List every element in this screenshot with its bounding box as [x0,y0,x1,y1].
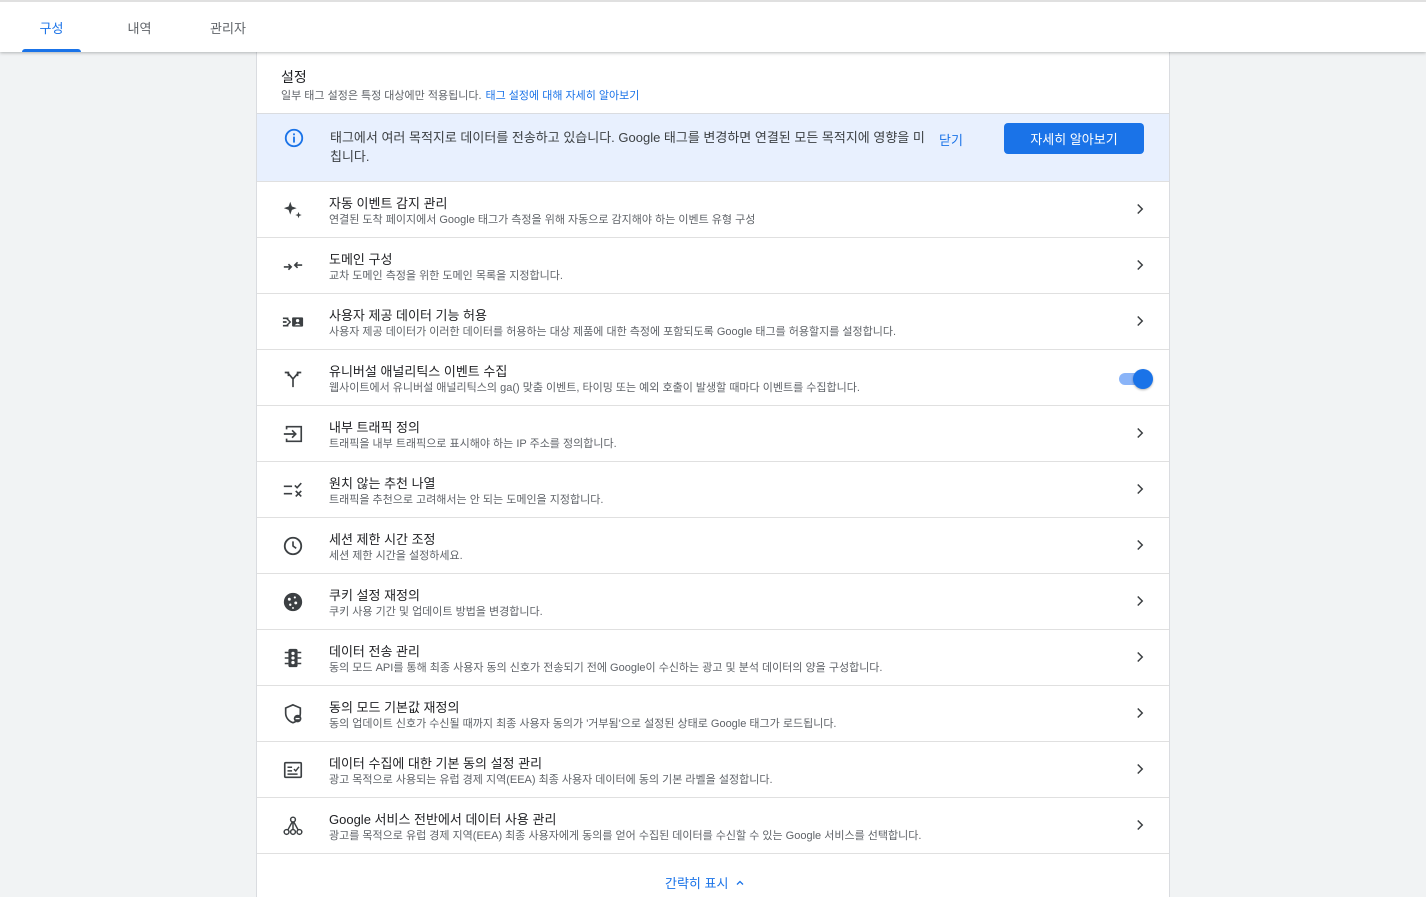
chevron-right-icon[interactable] [1131,480,1149,498]
row-description: 트래픽을 내부 트래픽으로 표시해야 하는 IP 주소를 정의합니다. [329,438,617,450]
tab-configuration[interactable]: 구성 [22,2,81,52]
tab-label: 관리자 [210,20,246,36]
row-title: 도메인 구성 [329,252,393,267]
sparkle-icon [283,201,302,219]
row-title: 세션 제한 시간 조정 [329,532,436,547]
tab-label: 내역 [127,20,152,36]
row-title: 데이터 전송 관리 [329,644,420,659]
ua-events-toggle[interactable] [1117,368,1155,390]
chevron-right-icon[interactable] [1131,704,1149,722]
row-description: 동의 모드 API를 통해 최종 사용자 동의 신호가 전송되기 전에 Goog… [329,662,883,674]
row-cookie-settings[interactable]: 쿠키 설정 재정의 쿠키 사용 기간 및 업데이트 방법을 변경합니다. [257,573,1169,629]
hub-icon [283,816,303,836]
row-title: 동의 모드 기본값 재정의 [329,700,460,715]
row-description: 사용자 제공 데이터가 이러한 데이터를 허용하는 대상 제품에 대한 측정에 … [329,326,897,338]
row-domain-configuration[interactable]: 도메인 구성 교차 도메인 측정을 위한 도메인 목록을 지정합니다. [257,237,1169,293]
row-description: 트래픽을 추천으로 고려해서는 안 되는 도메인을 지정합니다. [329,494,604,506]
shield-minus-icon [284,703,302,724]
row-unwanted-referrals[interactable]: 원치 않는 추천 나열 트래픽을 추천으로 고려해서는 안 되는 도메인을 지정… [257,461,1169,517]
row-description: 웹사이트에서 유니버설 애널리틱스의 ga() 맞춤 이벤트, 타이밍 또는 예… [329,382,860,394]
row-description: 광고를 목적으로 유럽 경제 지역(EEA) 최종 사용자에게 동의를 얻어 수… [329,830,922,842]
merge-arrows-icon [283,261,303,271]
fork-arrow-icon [284,371,302,388]
learn-more-link[interactable]: 태그 설정에 대해 자세히 알아보기 [486,90,640,102]
card-footer: 간략히 표시 [257,853,1169,897]
row-description: 광고 목적으로 사용되는 유럽 경제 지역(EEA) 최종 사용자 데이터에 동… [329,774,773,786]
chevron-right-icon[interactable] [1131,648,1149,666]
traffic-light-icon [284,648,302,668]
row-description: 세션 제한 시간을 설정하세요. [329,550,463,562]
clock-icon [283,536,303,556]
row-data-transmission[interactable]: 데이터 전송 관리 동의 모드 API를 통해 최종 사용자 동의 신호가 전송… [257,629,1169,685]
row-default-consent-settings[interactable]: 데이터 수집에 대한 기본 동의 설정 관리 광고 목적으로 사용되는 유럽 경… [257,741,1169,797]
chevron-right-icon[interactable] [1131,592,1149,610]
row-title: 유니버설 애널리틱스 이벤트 수집 [329,364,508,379]
row-consent-mode-defaults[interactable]: 동의 모드 기본값 재정의 동의 업데이트 신호가 수신될 때까지 최종 사용자… [257,685,1169,741]
tab-admin[interactable]: 관리자 [196,2,260,52]
row-description: 연결된 도착 페이지에서 Google 태그가 측정을 위해 자동으로 감지해야… [329,214,756,226]
collapse-label: 간략히 표시 [665,876,729,891]
banner-close-button[interactable]: 닫기 [939,130,963,149]
tab-label: 구성 [39,20,64,36]
chevron-right-icon[interactable] [1131,256,1149,274]
chevron-right-icon[interactable] [1131,200,1149,218]
settings-subtitle: 일부 태그 설정은 특정 대상에만 적용됩니다. 태그 설정에 대해 자세히 알아… [281,87,639,103]
banner-text: 태그에서 여러 목적지로 데이터를 전송하고 있습니다. Google 태그를 … [330,130,925,164]
row-title: 내부 트래픽 정의 [329,420,420,435]
user-data-icon [282,317,304,327]
chevron-right-icon[interactable] [1131,760,1149,778]
row-description: 쿠키 사용 기간 및 업데이트 방법을 변경합니다. [329,606,543,618]
page-title: 설정 [281,69,307,85]
chevron-right-icon[interactable] [1131,424,1149,442]
tab-history[interactable]: 내역 [110,2,169,52]
toggle-knob [1133,369,1153,389]
chevron-right-icon[interactable] [1131,816,1149,834]
row-session-timeout[interactable]: 세션 제한 시간 조정 세션 제한 시간을 설정하세요. [257,517,1169,573]
info-banner: 태그에서 여러 목적지로 데이터를 전송하고 있습니다. Google 태그를 … [257,113,1169,181]
row-universal-analytics-events: 유니버설 애널리틱스 이벤트 수집 웹사이트에서 유니버설 애널리틱스의 ga(… [257,349,1169,405]
row-title: 원치 않는 추천 나열 [329,476,436,491]
chevron-up-icon [736,880,744,885]
row-title: 자동 이벤트 감지 관리 [329,196,448,211]
row-description: 동의 업데이트 신호가 수신될 때까지 최종 사용자 동의가 '거부됨'으로 설… [329,718,837,730]
checklist-box-icon [283,761,303,779]
banner-learn-more-button[interactable]: 자세히 알아보기 [1004,123,1144,154]
chevron-right-icon[interactable] [1131,312,1149,330]
row-auto-event-detection[interactable]: 자동 이벤트 감지 관리 연결된 도착 페이지에서 Google 태그가 측정을… [257,181,1169,237]
row-title: 사용자 제공 데이터 기능 허용 [329,308,487,323]
login-arrow-icon [283,425,303,443]
info-icon [284,128,304,148]
row-internal-traffic[interactable]: 내부 트래픽 정의 트래픽을 내부 트래픽으로 표시해야 하는 IP 주소를 정… [257,405,1169,461]
row-description: 교차 도메인 측정을 위한 도메인 목록을 지정합니다. [329,270,563,282]
top-tab-bar: 구성 내역 관리자 [0,0,1426,52]
collapse-button[interactable]: 간략히 표시 [665,873,746,892]
row-google-services-data-use[interactable]: Google 서비스 전반에서 데이터 사용 관리 광고를 목적으로 유럽 경제… [257,797,1169,853]
row-title: Google 서비스 전반에서 데이터 사용 관리 [329,812,557,827]
row-title: 쿠키 설정 재정의 [329,588,420,603]
settings-card: 설정 일부 태그 설정은 특정 대상에만 적용됩니다. 태그 설정에 대해 자세히… [256,52,1170,897]
chevron-right-icon[interactable] [1131,536,1149,554]
subtitle-text: 일부 태그 설정은 특정 대상에만 적용됩니다. [281,90,482,102]
checklist-x-icon [283,482,302,498]
cookie-icon [283,592,303,612]
row-title: 데이터 수집에 대한 기본 동의 설정 관리 [329,756,543,771]
row-user-provided-data[interactable]: 사용자 제공 데이터 기능 허용 사용자 제공 데이터가 이러한 데이터를 허용… [257,293,1169,349]
